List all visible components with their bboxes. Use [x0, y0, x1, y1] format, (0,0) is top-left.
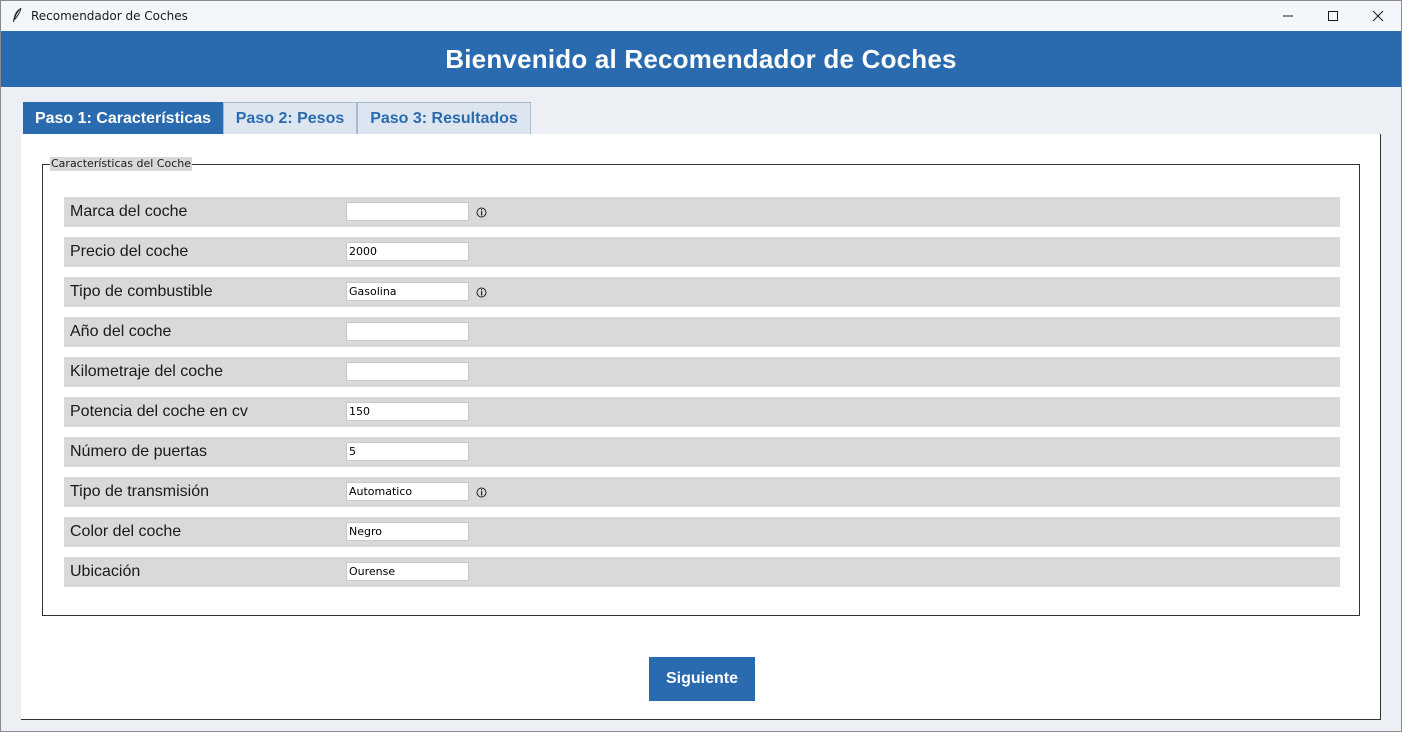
maximize-button[interactable] [1310, 1, 1356, 31]
field-label: Ubicación [70, 563, 141, 580]
header-title: Bienvenido al Recomendador de Coches [445, 43, 957, 74]
field-row-combustible: Tipo de combustible Gasolina [64, 277, 1340, 307]
field-label: Tipo de transmisión [70, 483, 210, 500]
potencia-input[interactable]: 150 [346, 402, 469, 421]
field-row-color: Color del coche Negro [64, 517, 1340, 547]
field-row-puertas: Número de puertas 5 [64, 437, 1340, 467]
field-label: Año del coche [70, 323, 172, 340]
field-row-potencia: Potencia del coche en cv 150 [64, 397, 1340, 427]
window-title: Recomendador de Coches [31, 9, 188, 23]
group-label: Características del Coche [50, 157, 193, 171]
car-features-group: Características del Coche Marca del coch… [42, 157, 1360, 616]
kilometraje-input[interactable] [346, 362, 469, 381]
field-row-kilometraje: Kilometraje del coche [64, 357, 1340, 387]
puertas-input[interactable]: 5 [346, 442, 469, 461]
info-icon[interactable] [476, 487, 487, 498]
field-row-anio: Año del coche [64, 317, 1340, 347]
tab-caracteristicas[interactable]: Paso 1: Características [23, 102, 223, 134]
next-button[interactable]: Siguiente [649, 657, 755, 701]
field-row-marca: Marca del coche [64, 197, 1340, 227]
field-label: Número de puertas [70, 443, 207, 460]
title-bar: Recomendador de Coches [1, 1, 1401, 31]
tab-content-panel: Características del Coche Marca del coch… [21, 134, 1381, 720]
feather-icon [13, 7, 22, 22]
field-label: Tipo de combustible [70, 283, 213, 300]
field-label: Color del coche [70, 523, 182, 540]
field-row-ubicacion: Ubicación Ourense [64, 557, 1340, 587]
transmision-input[interactable]: Automatico [346, 482, 469, 501]
precio-input[interactable]: 2000 [346, 242, 469, 261]
field-label: Precio del coche [70, 243, 189, 260]
app-window: Recomendador de Coches Bienvenido al Rec… [0, 0, 1402, 732]
minimize-icon [1283, 15, 1293, 17]
field-row-transmision: Tipo de transmisión Automatico [64, 477, 1340, 507]
ubicacion-input[interactable]: Ourense [346, 562, 469, 581]
color-input[interactable]: Negro [346, 522, 469, 541]
info-icon[interactable] [476, 287, 487, 298]
field-label: Potencia del coche en cv [70, 403, 248, 420]
combustible-input[interactable]: Gasolina [346, 282, 469, 301]
tab-pesos[interactable]: Paso 2: Pesos [223, 102, 357, 134]
field-row-precio: Precio del coche 2000 [64, 237, 1340, 267]
minimize-button[interactable] [1265, 1, 1311, 31]
app-header: Bienvenido al Recomendador de Coches [1, 31, 1401, 87]
tab-resultados[interactable]: Paso 3: Resultados [357, 102, 531, 134]
info-icon[interactable] [476, 207, 487, 218]
marca-input[interactable] [346, 202, 469, 221]
maximize-icon [1328, 11, 1338, 21]
close-button[interactable] [1355, 1, 1401, 31]
anio-input[interactable] [346, 322, 469, 341]
field-label: Marca del coche [70, 203, 188, 220]
close-icon [1372, 10, 1384, 22]
field-label: Kilometraje del coche [70, 363, 223, 380]
